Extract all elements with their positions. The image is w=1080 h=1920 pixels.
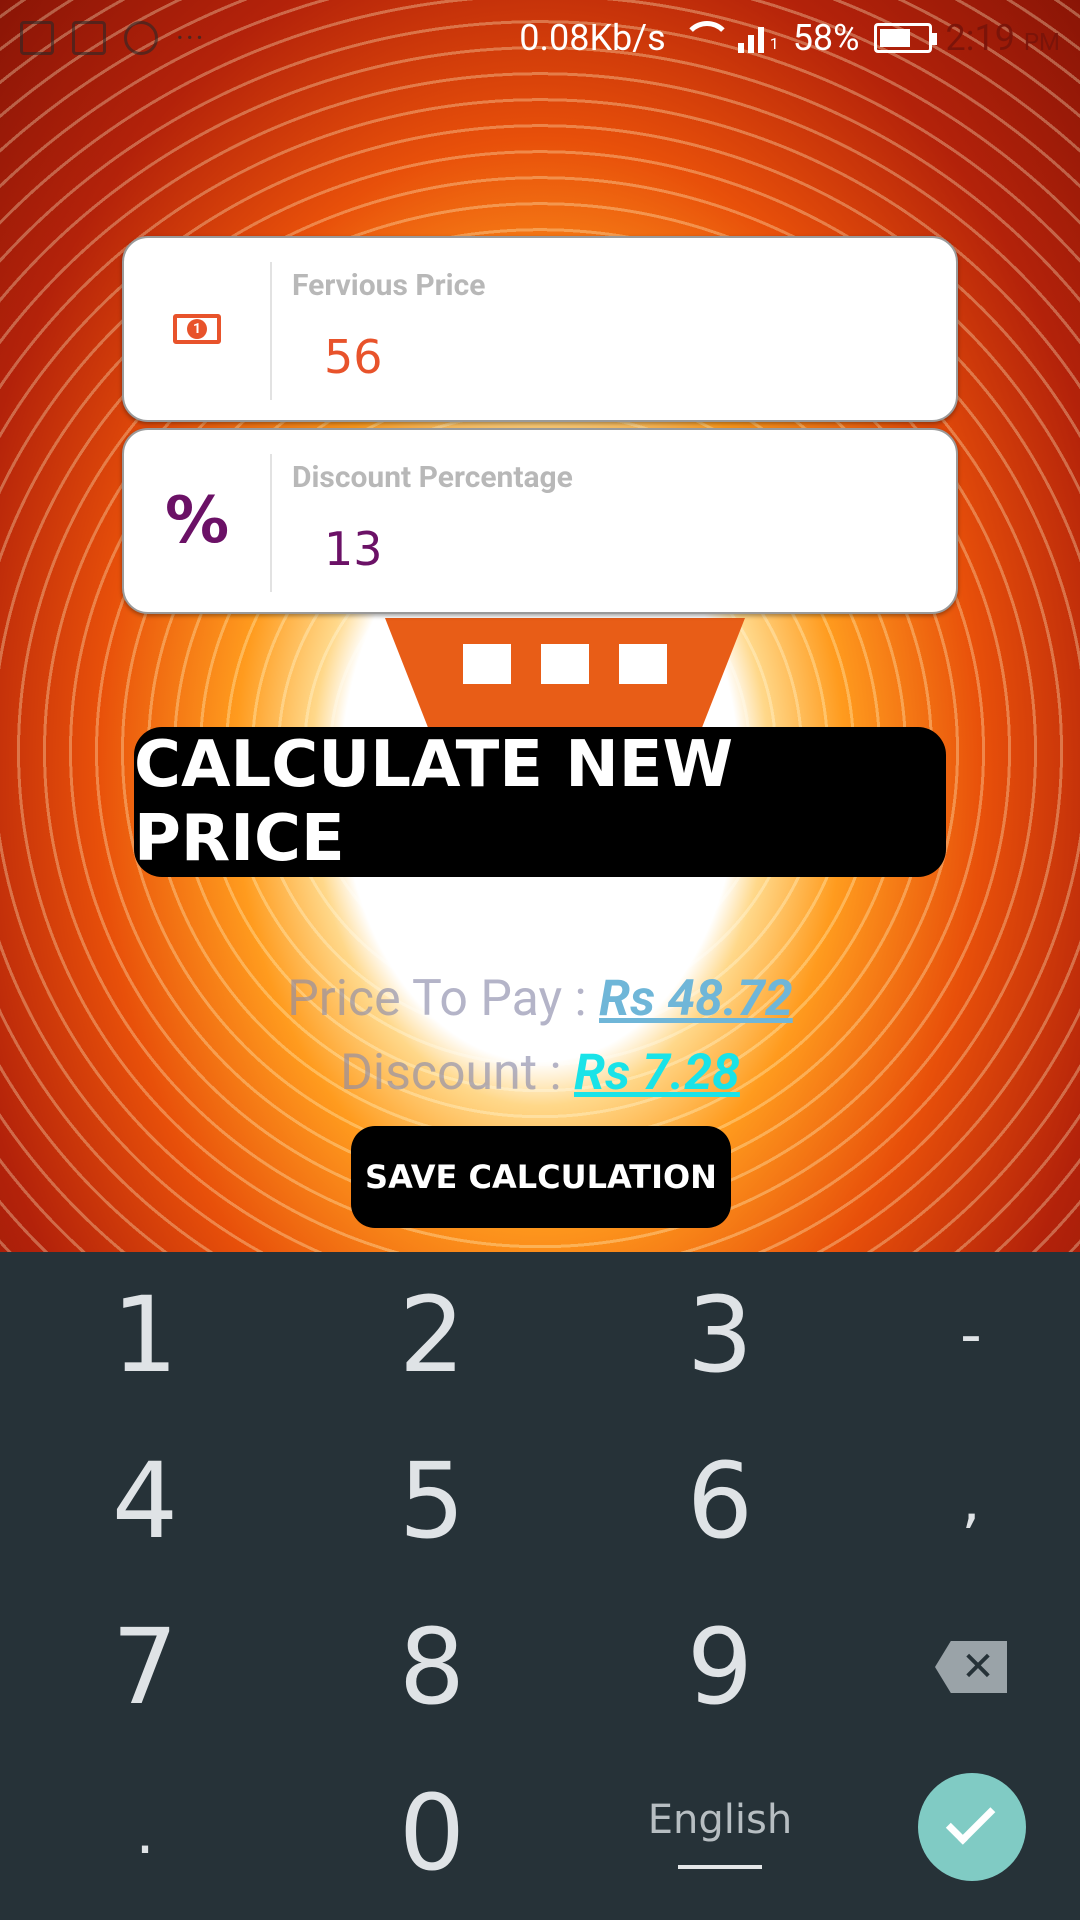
money-icon: [173, 314, 221, 344]
calendar-notification-icon: [72, 21, 106, 55]
battery-icon: [873, 23, 937, 53]
percent-icon: %: [164, 484, 230, 558]
key-comma[interactable]: ,: [836, 1418, 1080, 1584]
basket-graphic: [385, 618, 745, 728]
discount-input[interactable]: 13: [324, 522, 383, 576]
gallery-notification-icon: [20, 21, 54, 55]
discount-input-card[interactable]: % Discount Percentage 13: [122, 428, 958, 614]
discount-icon-box: %: [124, 430, 270, 612]
sim-label: 1: [769, 34, 779, 53]
backspace-icon: ✕: [935, 1641, 1007, 1693]
clock-time: 2:19: [945, 17, 1015, 59]
key-4[interactable]: 4: [10, 1418, 280, 1584]
key-2[interactable]: 2: [297, 1252, 567, 1418]
key-7[interactable]: 7: [10, 1584, 280, 1750]
clock-ampm: PM: [1023, 28, 1060, 56]
discount-result-label: Discount :: [340, 1044, 575, 1102]
price-label: Fervious Price: [292, 268, 486, 303]
key-0[interactable]: 0: [297, 1750, 567, 1916]
key-dot[interactable]: .: [10, 1750, 280, 1916]
network-speed: 0.08Kb/s: [519, 17, 666, 59]
key-6[interactable]: 6: [585, 1418, 855, 1584]
whatsapp-icon: [124, 21, 158, 55]
divider: [270, 454, 272, 592]
check-icon: [945, 1795, 996, 1845]
key-5[interactable]: 5: [297, 1418, 567, 1584]
key-8[interactable]: 8: [297, 1584, 567, 1750]
status-bar: ··· 0.08Kb/s 1 58% 2:19 PM: [0, 0, 1080, 76]
key-9[interactable]: 9: [585, 1584, 855, 1750]
enter-button[interactable]: [918, 1773, 1026, 1881]
price-input[interactable]: 56: [324, 330, 383, 384]
price-icon-box: [124, 238, 270, 420]
key-1[interactable]: 1: [10, 1252, 280, 1418]
price-to-pay-line: Price To Pay : Rs 48.72: [0, 970, 1080, 1028]
price-input-card[interactable]: Fervious Price 56: [122, 236, 958, 422]
key-3[interactable]: 3: [585, 1252, 855, 1418]
battery-percent: 58%: [792, 17, 860, 59]
more-notifications-icon: ···: [176, 20, 206, 56]
calculate-new-price-button[interactable]: CALCULATE NEW PRICE: [134, 727, 946, 877]
language-underline: [678, 1865, 762, 1869]
price-to-pay-value: Rs 48.72: [599, 970, 793, 1028]
price-to-pay-label: Price To Pay :: [287, 970, 600, 1028]
discount-label: Discount Percentage: [292, 460, 573, 495]
clock: 2:19 PM: [946, 17, 1060, 59]
key-minus[interactable]: -: [836, 1252, 1080, 1418]
save-calculation-button[interactable]: SAVE CALCULATION: [351, 1126, 731, 1228]
backspace-key[interactable]: ✕: [836, 1584, 1080, 1750]
signal-icon: 1: [737, 23, 779, 53]
discount-line: Discount : Rs 7.28: [0, 1044, 1080, 1102]
battery-fill: [879, 29, 910, 47]
divider: [270, 262, 272, 400]
language-key[interactable]: English: [585, 1750, 855, 1916]
language-label: English: [647, 1797, 793, 1843]
wifi-icon: [680, 21, 732, 55]
discount-result-value: Rs 7.28: [574, 1044, 740, 1102]
